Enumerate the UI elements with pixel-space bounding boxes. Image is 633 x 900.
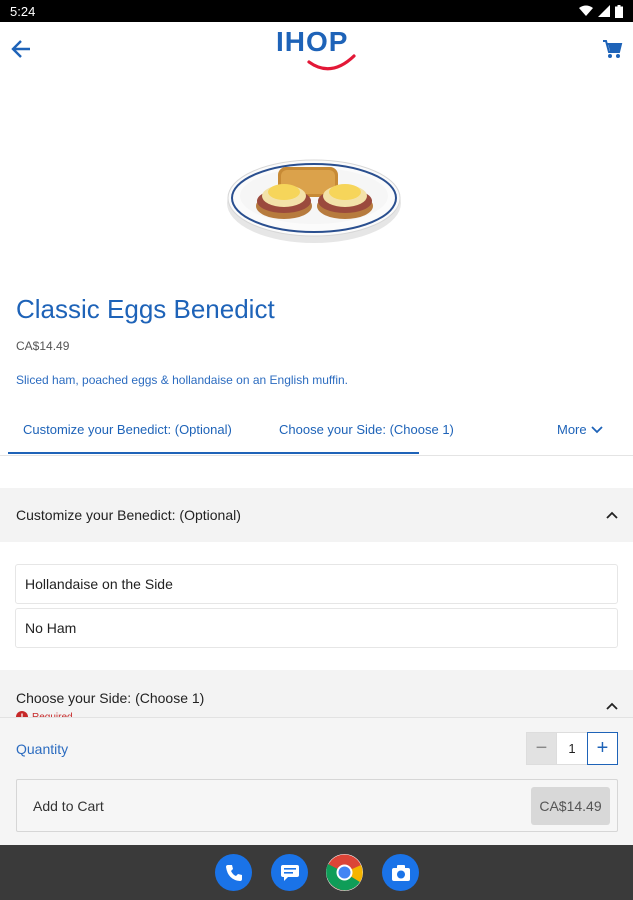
product-price: CA$14.49 (16, 339, 70, 353)
cart-amount: CA$14.49 (531, 787, 610, 825)
phone-icon (225, 864, 242, 881)
more-label: More (557, 422, 587, 437)
back-arrow-icon[interactable] (10, 38, 32, 60)
option-no-ham[interactable]: No Ham (15, 608, 618, 648)
app-bar: IHOP (0, 22, 633, 76)
chevron-up-icon (606, 511, 618, 519)
camera-app-icon[interactable] (382, 854, 419, 891)
messages-app-icon[interactable] (271, 854, 308, 891)
side-section-title: Choose your Side: (Choose 1) (16, 690, 205, 706)
quantity-label: Quantity (16, 741, 69, 757)
signal-icon (598, 5, 610, 17)
section-tabs: Customize your Benedict: (Optional) Choo… (0, 408, 633, 456)
wifi-icon (579, 5, 593, 16)
system-dock (0, 845, 633, 900)
logo-smile (307, 54, 356, 71)
tab-choose-side[interactable]: Choose your Side: (Choose 1) (279, 422, 454, 437)
add-to-cart-panel: Quantity − 1 + Add to Cart CA$14.49 (0, 717, 633, 845)
message-icon (280, 864, 299, 881)
add-to-cart-button[interactable]: Add to Cart CA$14.49 (16, 779, 618, 832)
customize-section-header[interactable]: Customize your Benedict: (Optional) (0, 488, 633, 542)
chrome-icon (326, 854, 363, 891)
phone-app-icon[interactable] (215, 854, 252, 891)
cart-icon[interactable] (601, 38, 623, 60)
customize-section-title: Customize your Benedict: (Optional) (16, 507, 241, 523)
chevron-down-icon (590, 425, 603, 433)
status-bar: 5:24 (0, 0, 633, 22)
decrease-quantity-button[interactable]: − (526, 732, 557, 765)
plate-illustration (227, 159, 401, 243)
status-time: 5:24 (10, 3, 36, 19)
add-to-cart-label: Add to Cart (33, 798, 104, 814)
more-tabs-button[interactable]: More (557, 422, 603, 437)
option-hollandaise-on-side[interactable]: Hollandaise on the Side (15, 564, 618, 604)
chevron-up-icon (606, 702, 618, 710)
product-image (0, 76, 633, 286)
chrome-app-icon[interactable] (326, 854, 363, 891)
product-title: Classic Eggs Benedict (16, 294, 275, 324)
battery-icon (615, 4, 623, 18)
tab-customize[interactable]: Customize your Benedict: (Optional) (23, 422, 232, 437)
quantity-stepper: − 1 + (526, 732, 618, 765)
status-icons (579, 4, 623, 18)
increase-quantity-button[interactable]: + (587, 732, 618, 765)
product-description: Sliced ham, poached eggs & hollandaise o… (16, 373, 348, 387)
camera-icon (391, 864, 410, 881)
quantity-value: 1 (557, 732, 587, 765)
ihop-logo: IHOP (276, 26, 358, 72)
active-tab-indicator (8, 452, 419, 454)
